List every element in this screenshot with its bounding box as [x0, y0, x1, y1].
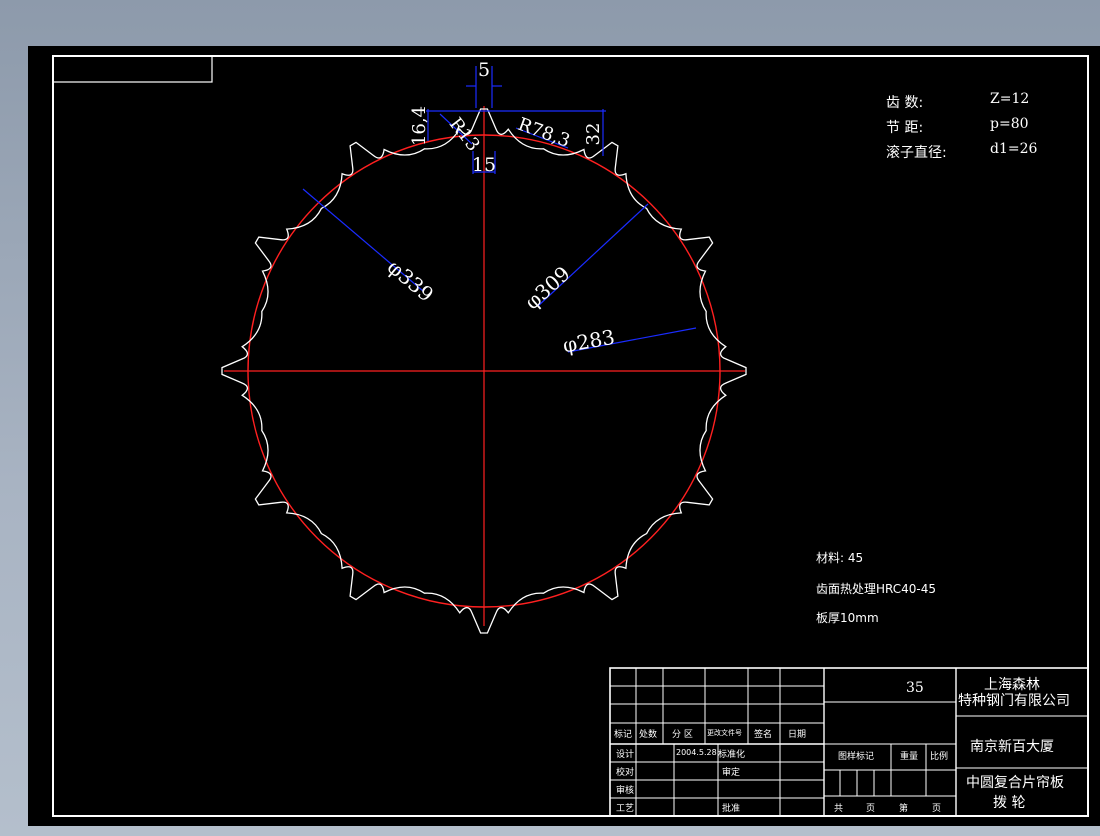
label-stage: 图样标记 [838, 752, 875, 762]
company-name-line2: 特种钢门有限公司 [958, 693, 1070, 709]
spec-pitch-value: p=80 [990, 116, 1029, 132]
project-name: 南京新百大厦 [970, 739, 1054, 755]
header-zone: 分 区 [672, 730, 693, 740]
code-box [52, 55, 213, 83]
label-process: 工艺 [616, 804, 635, 814]
dim-root-diameter: φ283 [561, 325, 617, 358]
cad-viewport[interactable]: 5 16,4 R13 R78,3 32 15 φ339 φ309 φ283 齿 … [28, 46, 1100, 826]
header-change-doc: 更改文件号 [707, 729, 742, 737]
dimension-lines [302, 66, 697, 353]
dim-outer-diameter: φ339 [383, 255, 438, 307]
quantity: 35 [906, 680, 924, 696]
dim-flank-radius: R78,3 [515, 114, 573, 152]
label-review: 审定 [722, 768, 741, 778]
spec-roller-value: d1=26 [990, 141, 1038, 157]
label-audit: 审核 [616, 786, 635, 796]
header-mark: 标记 [614, 730, 633, 740]
note-thickness: 板厚10mm [816, 611, 879, 625]
dim-top-gap: 5 [478, 59, 490, 81]
label-standardize: 标准化 [718, 750, 746, 760]
label-sheet: 第 [899, 804, 909, 814]
spec-roller-label: 滚子直径: [886, 145, 947, 161]
part-name-line2: 拨 轮 [993, 795, 1026, 811]
part-name-line1: 中圆复合片帘板 [966, 775, 1064, 791]
label-scale: 比例 [930, 752, 949, 762]
title-block: 标记 处数 分 区 更改文件号 签名 日期 设计 2004.5.28 标准化 校… [610, 668, 1088, 816]
label-total: 共 [834, 804, 844, 814]
label-design: 设计 [616, 750, 635, 760]
spec-teeth-label: 齿 数: [886, 95, 924, 111]
note-material: 材料: 45 [816, 551, 864, 565]
label-page: 页 [866, 804, 876, 814]
spec-pitch-label: 节 距: [886, 120, 924, 136]
dim-tip-radius: R13 [445, 114, 484, 156]
dim-depth: 32 [583, 123, 604, 146]
header-count: 处数 [639, 730, 658, 740]
label-sheet-page: 页 [932, 804, 942, 814]
dim-pitch-diameter: φ309 [520, 261, 575, 314]
header-signature: 签名 [754, 730, 773, 740]
note-heat-treatment: 齿面热处理HRC40-45 [816, 582, 937, 596]
header-date: 日期 [788, 730, 807, 740]
label-approve: 批准 [722, 804, 741, 814]
spec-teeth-value: Z=12 [990, 91, 1030, 107]
label-check: 校对 [616, 768, 635, 778]
design-date: 2004.5.28 [676, 748, 717, 757]
dim-tooth-height: 16,4 [409, 106, 430, 146]
label-weight: 重量 [900, 752, 919, 762]
dim-tooth-width: 15 [472, 154, 496, 176]
